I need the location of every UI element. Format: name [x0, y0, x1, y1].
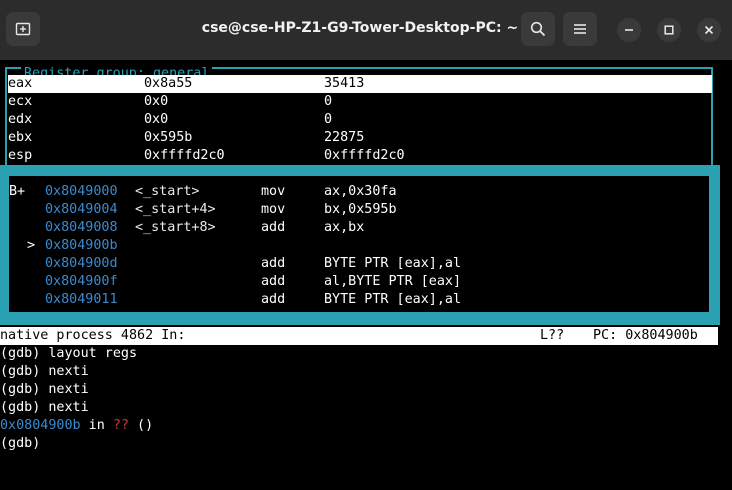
- new-tab-icon: [15, 22, 31, 36]
- register-name: esp: [8, 148, 33, 163]
- close-button[interactable]: [697, 18, 721, 42]
- asm-line: 0x804900f add al,BYTE PTR [eax]: [9, 273, 709, 291]
- asm-opcode: add: [261, 256, 286, 271]
- maximize-icon: [664, 25, 674, 35]
- gdb-prompt[interactable]: (gdb): [0, 435, 732, 453]
- search-icon: [530, 21, 546, 37]
- console-line: (gdb) layout regs: [0, 346, 138, 361]
- console-line: (gdb) nexti: [0, 364, 89, 379]
- asm-operands: ax,0x30fa: [324, 184, 397, 199]
- search-button[interactable]: [521, 12, 555, 46]
- asm-operands: bx,0x595b: [324, 202, 397, 217]
- register-hex: 0x0: [144, 94, 169, 109]
- console-line: (gdb) nexti: [0, 382, 89, 397]
- close-icon: [704, 25, 714, 35]
- register-name: edx: [8, 112, 33, 127]
- asm-address: 0x804900f: [45, 274, 118, 289]
- register-name: ebx: [8, 130, 33, 145]
- asm-line: B+ 0x8049000 <_start> mov ax,0x30fa: [9, 183, 709, 201]
- asm-opcode: sbb: [261, 238, 286, 253]
- register-row-edx: edx 0x0 0: [8, 111, 712, 129]
- asm-window-frame: B+ 0x8049000 <_start> mov ax,0x30fa 0x80…: [0, 165, 720, 325]
- pc-indicator: PC: 0x804900b: [593, 328, 698, 343]
- asm-address: 0x8049004: [45, 202, 118, 217]
- register-dec: 0: [324, 94, 333, 109]
- minimize-button[interactable]: [617, 18, 641, 42]
- register-name: eax: [8, 76, 33, 91]
- asm-symbol: <_start+8>: [135, 220, 216, 235]
- frame-address: 0x0804900b: [0, 418, 81, 433]
- asm-line: 0x8049004 <_start+4> mov bx,0x595b: [9, 201, 709, 219]
- asm-address: 0x8049008: [45, 220, 118, 235]
- hamburger-menu-icon: [574, 24, 586, 34]
- asm-opcode: mov: [261, 202, 286, 217]
- menu-button[interactable]: [563, 12, 597, 46]
- breakpoint-marker: B+: [9, 184, 26, 199]
- asm-address: 0x804900b: [45, 238, 118, 253]
- asm-address: 0x804900d: [45, 256, 118, 271]
- register-hex: 0x595b: [144, 130, 193, 145]
- asm-operands: ax,bx: [324, 220, 365, 235]
- asm-opcode: mov: [261, 184, 286, 199]
- register-dec: 22875: [324, 130, 365, 145]
- frame-function: ??: [112, 418, 129, 433]
- asm-opcode: add: [261, 220, 286, 235]
- register-dec: 0: [324, 112, 333, 127]
- register-row-ecx: ecx 0x0 0: [8, 93, 712, 111]
- console-frame-line: 0x0804900b in ?? (): [0, 417, 732, 435]
- asm-opcode: add: [261, 292, 286, 307]
- process-status: native process 4862 In:: [0, 328, 186, 343]
- register-row-eax: eax 0x8a55 35413: [8, 75, 712, 93]
- asm-symbol: <_start>: [135, 184, 200, 199]
- minimize-icon: [625, 29, 633, 31]
- asm-line-current: > 0x804900b sbb al,0x0: [9, 237, 709, 255]
- asm-opcode: add: [261, 274, 286, 289]
- register-row-esp: esp 0xffffd2c0 0xffffd2c0: [8, 147, 712, 165]
- current-line-marker: >: [27, 238, 36, 253]
- asm-line: 0x8049008 <_start+8> add ax,bx: [9, 219, 709, 237]
- asm-operands: al,BYTE PTR [eax]: [324, 274, 462, 289]
- asm-operands: BYTE PTR [eax],al: [324, 256, 462, 271]
- asm-operands: BYTE PTR [eax],al: [324, 292, 462, 307]
- register-hex: 0x0: [144, 112, 169, 127]
- new-tab-button[interactable]: [6, 12, 40, 46]
- terminal-area[interactable]: Register group: general eax 0x8a55 35413…: [0, 60, 732, 490]
- line-indicator: L??: [540, 328, 565, 343]
- asm-address: 0x8049011: [45, 292, 118, 307]
- asm-window: B+ 0x8049000 <_start> mov ax,0x30fa 0x80…: [7, 174, 711, 314]
- register-dec: 35413: [324, 76, 365, 91]
- asm-line: 0x804900d add BYTE PTR [eax],al: [9, 255, 709, 273]
- register-name: ecx: [8, 94, 33, 109]
- register-dec: 0xffffd2c0: [324, 148, 405, 163]
- frame-in-text: in: [80, 418, 113, 433]
- register-hex: 0x8a55: [144, 76, 193, 91]
- window-title: cse@cse-HP-Z1-G9-Tower-Desktop-PC: ~: [201, 20, 519, 36]
- asm-line: 0x8049011 add BYTE PTR [eax],al: [9, 291, 709, 309]
- maximize-button[interactable]: [657, 18, 681, 42]
- register-row-ebx: ebx 0x595b 22875: [8, 129, 712, 147]
- asm-operands: al,0x0: [324, 238, 373, 253]
- asm-symbol: <_start+4>: [135, 202, 216, 217]
- console-line: (gdb) nexti: [0, 400, 89, 415]
- frame-args: (): [129, 418, 154, 433]
- register-hex: 0xffffd2c0: [144, 148, 225, 163]
- tui-status-bar: native process 4862 In: L?? PC: 0x804900…: [0, 327, 718, 345]
- asm-address: 0x8049000: [45, 184, 118, 199]
- window-titlebar: cse@cse-HP-Z1-G9-Tower-Desktop-PC: ~: [0, 0, 732, 60]
